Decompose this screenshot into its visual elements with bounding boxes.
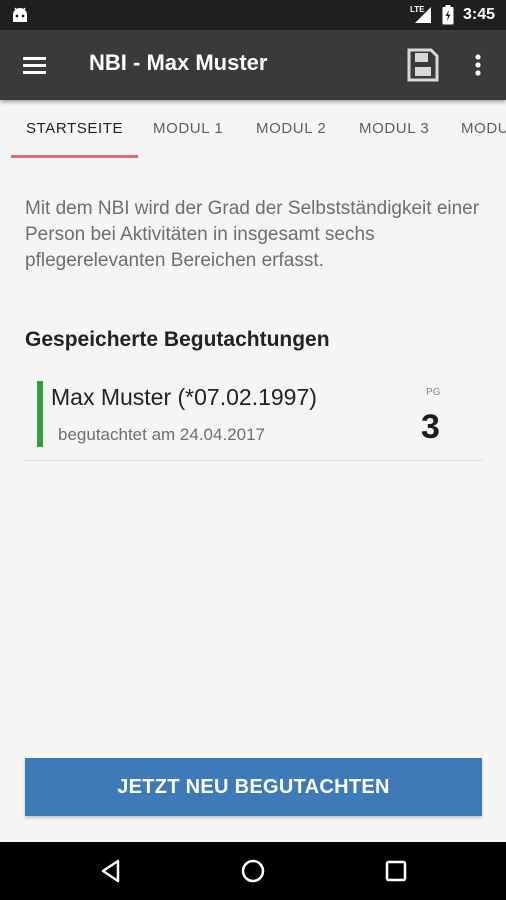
clock: 3:45	[463, 6, 496, 23]
assessment-name: Max Muster (*07.02.1997)	[51, 384, 317, 410]
pg-value: 3	[421, 408, 440, 446]
tab-modul-2[interactable]: MODUL 2	[256, 100, 326, 160]
assessment-list-item[interactable]: Max Muster (*07.02.1997) begutachtet am …	[25, 374, 483, 461]
battery-icon	[442, 5, 454, 25]
back-icon[interactable]	[98, 858, 124, 884]
tab-modul-1[interactable]: MODUL 1	[153, 100, 223, 160]
network-type: LTE	[410, 5, 425, 14]
section-title: Gespeicherte Begutachtungen	[25, 328, 330, 351]
save-icon[interactable]	[406, 47, 440, 83]
recent-apps-icon[interactable]	[384, 859, 408, 883]
status-indicator	[37, 381, 43, 447]
intro-text: Mit dem NBI wird der Grad der Selbststän…	[25, 198, 480, 271]
tab-modul-4[interactable]: MODUL 4	[461, 100, 506, 160]
new-assessment-button[interactable]: JETZT NEU BEGUTACHTEN	[25, 758, 482, 816]
page-title: NBI - Max Muster	[89, 50, 268, 75]
pg-label: PG	[426, 387, 441, 398]
more-vert-icon[interactable]	[466, 48, 490, 82]
tab-modul-3[interactable]: MODUL 3	[359, 100, 429, 160]
tab-bar: STARTSEITE MODUL 1 MODUL 2 MODUL 3 MODUL…	[0, 100, 506, 160]
tab-indicator	[11, 155, 138, 158]
app-bar: NBI - Max Muster	[0, 30, 506, 100]
menu-icon[interactable]	[14, 50, 56, 80]
tab-startseite[interactable]: STARTSEITE	[26, 100, 123, 160]
assessment-date: begutachtet am 24.04.2017	[58, 425, 265, 444]
home-icon[interactable]	[240, 858, 266, 884]
system-nav-bar	[0, 842, 506, 900]
android-icon	[13, 7, 27, 22]
status-bar: LTE 3:45	[0, 0, 506, 30]
